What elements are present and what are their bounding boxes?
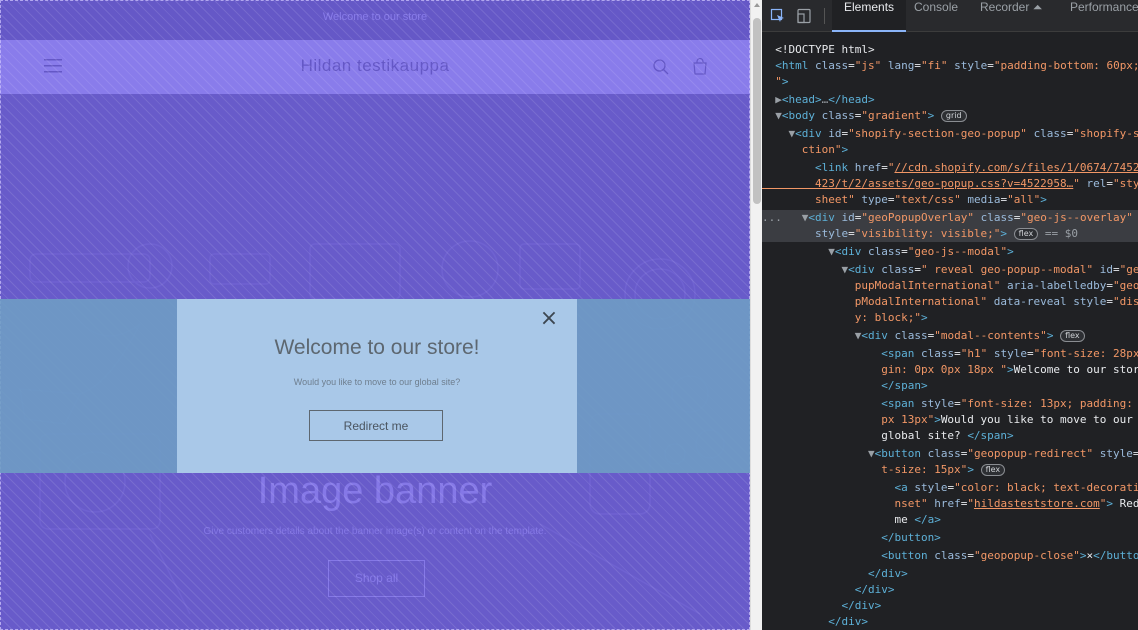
close-icon[interactable]: × <box>539 308 559 330</box>
scrollbar-thumb[interactable] <box>753 18 761 204</box>
dom-node-selected[interactable]: style="visibility: visible;"> flex == $0 <box>762 226 1138 242</box>
dom-node: px 13px">Would you like to move to our <box>762 413 1133 426</box>
dom-node[interactable]: 423/t/2/assets/geo-popup.css?v=4522958…"… <box>762 176 1138 192</box>
dom-node: </button> <box>762 531 941 544</box>
dom-node: gin: 0px 0px 18px ">Welcome to our store… <box>762 363 1138 376</box>
dom-node[interactable]: <html class="js" lang="fi" style="paddin… <box>762 58 1138 74</box>
shop-all-button[interactable]: Shop all <box>328 560 425 597</box>
dom-node[interactable]: nset" href="hildasteststore.com"> Redire… <box>762 496 1138 512</box>
dom-node: "> <box>762 75 789 88</box>
banner-heading: Image banner <box>257 470 493 512</box>
tab-console[interactable]: Console <box>902 0 970 32</box>
dom-node: me </a> <box>762 513 941 526</box>
dom-tree: <!DOCTYPE html> <html class="js" lang="f… <box>762 36 1138 630</box>
store-header: Hildan testikauppa <box>0 40 750 94</box>
dom-node: </div> <box>762 567 908 580</box>
dom-node[interactable]: ▼<button class="geopopup-redirect" style… <box>762 446 1138 462</box>
dom-node: </div> <box>762 615 868 628</box>
dom-node: y: block;"> <box>762 311 928 324</box>
modal-title: Welcome to our store! <box>274 336 480 359</box>
toolbar-separator <box>824 8 825 24</box>
inspect-element-icon[interactable] <box>770 8 786 24</box>
dom-node[interactable]: ▼<div class="modal--contents"> flex <box>762 328 1138 344</box>
dom-node: ction"> <box>762 143 849 156</box>
dom-node[interactable]: <link href="//cdn.shopify.com/s/files/1/… <box>762 160 1138 176</box>
devtools-panel: Elements Console Recorder ⏶ Performance … <box>762 0 1138 630</box>
announcement-bar: Welcome to our store <box>0 0 750 40</box>
dom-node: </span> <box>762 379 928 392</box>
dom-node: pModalInternational" data-reveal style="… <box>762 295 1138 308</box>
store-title[interactable]: Hildan testikauppa <box>0 56 750 76</box>
page-scrollbar[interactable] <box>750 0 762 630</box>
dom-node: t-size: 15px"> flex <box>762 462 1138 478</box>
search-icon[interactable] <box>652 58 670 76</box>
dom-node: sheet" type="text/css" media="all"> <box>762 193 1047 206</box>
dom-node[interactable]: ▼<div class="geo-js--modal"> <box>762 244 1138 260</box>
dom-node[interactable]: ▶<head>…</head> <box>762 92 1138 108</box>
banner-text: Give customers details about the banner … <box>203 526 547 537</box>
tab-recorder[interactable]: Recorder ⏶ <box>968 0 1054 32</box>
tab-performance[interactable]: Performance <box>1058 0 1138 32</box>
dom-node: </div> <box>762 583 895 596</box>
dom-node: global site? </span> <box>762 429 1014 442</box>
dom-node: pupModalInternational" aria-labelledby="… <box>762 279 1138 292</box>
page-viewport: Welcome to our store Hildan testikauppa <box>0 0 750 630</box>
dom-node-selected[interactable]: ... ▼<div id="geoPopupOverlay" class="ge… <box>762 210 1138 226</box>
dom-node[interactable]: ▼<div class=" reveal geo-popup--modal" i… <box>762 262 1138 278</box>
flex-badge[interactable]: flex <box>980 464 1006 476</box>
dom-node[interactable]: ▼<body class="gradient"> grid <box>762 108 1138 124</box>
dom-node[interactable]: <a style="color: black; text-decoration: <box>762 480 1138 496</box>
flex-badge[interactable]: flex <box>1060 330 1085 342</box>
device-toolbar-icon[interactable] <box>796 8 812 24</box>
geo-popup-modal: Welcome to our store! Would you like to … <box>177 299 577 473</box>
dom-node: </div> <box>762 599 882 612</box>
tab-elements[interactable]: Elements <box>832 0 907 32</box>
modal-subtitle: Would you like to move to our global sit… <box>293 377 461 387</box>
devtools-toolbar: Elements Console Recorder ⏶ Performance <box>762 0 1138 32</box>
dom-node[interactable]: <button class="geopopup-close">×</button… <box>762 548 1138 564</box>
grid-badge[interactable]: grid <box>940 110 967 122</box>
dom-node[interactable]: ▼<div id="shopify-section-geo-popup" cla… <box>762 126 1138 142</box>
dom-node[interactable]: <span class="h1" style="font-size: 28px;… <box>762 346 1138 362</box>
redirect-button[interactable]: Redirect me <box>309 410 443 441</box>
cart-icon[interactable] <box>691 58 709 76</box>
scroll-up-arrow-icon[interactable] <box>754 3 760 7</box>
dom-node[interactable]: <!DOCTYPE html> <box>762 42 1138 58</box>
dom-node[interactable]: <span style="font-size: 13px; padding: 0… <box>762 396 1138 412</box>
flex-badge[interactable]: flex <box>1013 228 1039 240</box>
